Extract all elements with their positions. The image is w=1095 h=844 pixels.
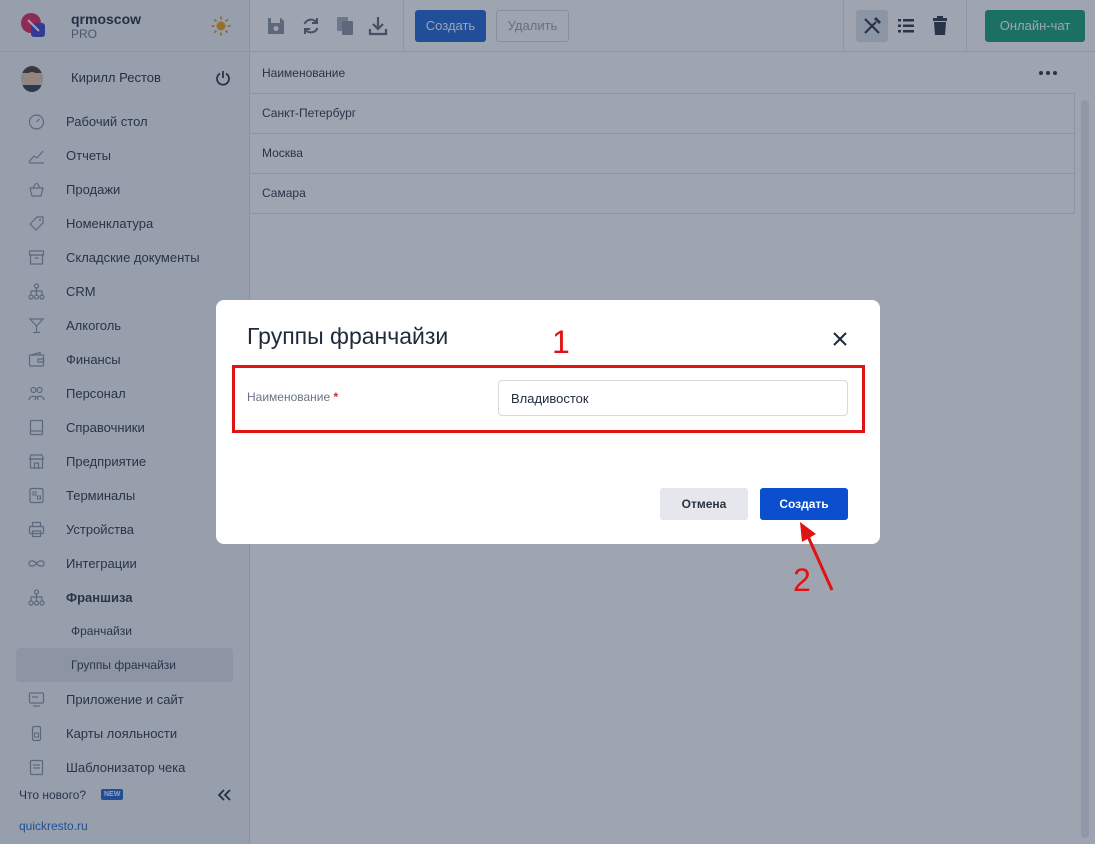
annotation-step-2: 2 xyxy=(793,562,811,598)
dialog-title: Группы франчайзи xyxy=(247,323,449,349)
dialog-create-button[interactable]: Создать xyxy=(760,488,848,520)
annotation-box xyxy=(232,365,865,433)
cancel-button[interactable]: Отмена xyxy=(660,488,748,520)
close-icon[interactable] xyxy=(832,331,848,347)
annotation-step-1: 1 xyxy=(552,324,570,360)
